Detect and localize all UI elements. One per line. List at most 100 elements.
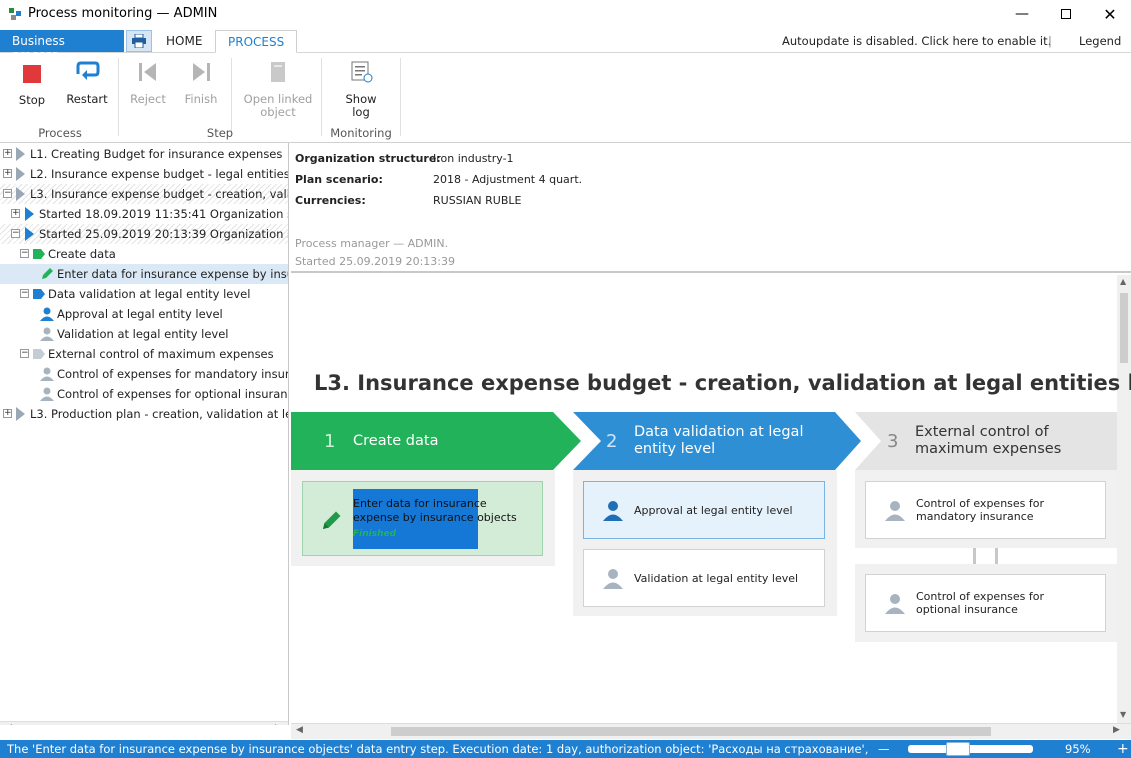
maximize-button[interactable] <box>1043 0 1089 28</box>
mandatory-text-line-1: Control of expenses for <box>916 497 1045 510</box>
business-process-menu[interactable]: Business process▼ <box>0 30 124 62</box>
stage-2-number: 2 <box>606 431 618 452</box>
tree-item[interactable]: Enter data for insurance expense by insu… <box>0 264 288 284</box>
ribbon-separator <box>118 58 119 136</box>
tree-item-label: L2. Insurance expense budget - legal ent… <box>30 167 289 181</box>
stage-tag-icon <box>33 349 45 359</box>
group-monitoring-label: Monitoring <box>330 126 392 140</box>
scroll-down-icon[interactable]: ▼ <box>1120 710 1126 719</box>
collapse-icon[interactable]: − <box>11 229 20 238</box>
optional-insurance-card[interactable]: Control of expenses for optional insuran… <box>865 574 1106 632</box>
tree-item-label: L3. Insurance expense budget - creation,… <box>30 187 288 201</box>
autoupdate-link[interactable]: Autoupdate is disabled. Click here to en… <box>782 34 1051 48</box>
instance-icon <box>25 227 34 241</box>
reject-label: Reject <box>130 92 166 106</box>
stage-3-title-line-1: External control of <box>915 424 1049 440</box>
enter-data-card[interactable]: Enter data for insurance expense by insu… <box>302 481 543 556</box>
stop-button[interactable]: Stop <box>12 60 52 116</box>
process-manager-text: Process manager — ADMIN. <box>295 237 449 250</box>
tree-item[interactable]: − Started 25.09.2019 20:13:39 Organizati… <box>0 224 288 244</box>
scroll-left-icon[interactable]: ◀ <box>5 723 12 725</box>
diagram-horizontal-scrollbar[interactable]: ◀ ▶ <box>291 723 1131 739</box>
pencil-icon <box>323 511 341 529</box>
ribbon-separator <box>400 58 401 136</box>
expand-icon[interactable]: + <box>3 409 12 418</box>
tree-item[interactable]: + L1. Creating Budget for insurance expe… <box>0 144 288 164</box>
approval-card[interactable]: Approval at legal entity level <box>583 481 825 539</box>
tree-item-label: L3. Production plan - creation, validati… <box>30 407 288 421</box>
tree-item[interactable]: Control of expenses for optional insuran… <box>0 384 289 404</box>
zoom-out-button[interactable]: — <box>878 740 890 758</box>
validation-card[interactable]: Validation at legal entity level <box>583 549 825 607</box>
tree-item[interactable]: − L3. Insurance expense budget - creatio… <box>0 184 288 204</box>
finish-label: Finish <box>184 92 218 106</box>
tree-item[interactable]: Approval at legal entity level <box>0 304 288 324</box>
open-linked-object-button[interactable]: Open linked object <box>240 60 316 119</box>
scroll-right-icon[interactable]: ▶ <box>1113 725 1120 735</box>
instance-icon <box>25 207 34 221</box>
tree-item[interactable]: + L2. Insurance expense budget - legal e… <box>0 164 289 184</box>
scroll-left-icon[interactable]: ◀ <box>296 725 303 735</box>
stage-1-number: 1 <box>324 431 336 452</box>
collapse-icon[interactable]: − <box>20 249 29 258</box>
tree-item-label: Control of expenses for optional insuran… <box>57 387 289 401</box>
tree-item[interactable]: + Started 18.09.2019 11:35:41 Organizati… <box>0 204 288 224</box>
tree-item[interactable]: − External control of maximum expenses <box>0 344 288 364</box>
enter-data-text-line-2: expense by insurance objects <box>353 511 517 524</box>
show-log-button[interactable]: Show log <box>339 60 383 119</box>
diagram-title: L3. Insurance expense budget - creation,… <box>314 371 1131 395</box>
show-log-label-2: log <box>352 105 370 119</box>
approval-text: Approval at legal entity level <box>634 504 793 517</box>
ribbon-separator <box>321 58 322 136</box>
stop-icon <box>23 65 41 83</box>
legend-link[interactable]: Legend <box>1079 34 1121 48</box>
tree-item[interactable]: − Data validation at legal entity level <box>0 284 288 304</box>
app-icon <box>9 8 21 20</box>
user-icon <box>40 387 54 401</box>
collapse-icon[interactable]: − <box>3 189 12 198</box>
process-icon <box>16 147 25 161</box>
mandatory-insurance-card[interactable]: Control of expenses for mandatory insura… <box>865 481 1106 539</box>
zoom-slider[interactable] <box>908 742 1033 756</box>
process-tree: + L1. Creating Budget for insurance expe… <box>0 143 289 725</box>
tree-item[interactable]: Control of expenses for mandatory insura… <box>0 364 288 384</box>
tree-item[interactable]: + L3. Production plan - creation, valida… <box>0 404 288 424</box>
user-icon <box>603 569 623 589</box>
status-bar: The 'Enter data for insurance expense by… <box>0 740 1131 758</box>
collapse-icon[interactable]: − <box>20 289 29 298</box>
finish-button[interactable]: Finish <box>181 60 221 116</box>
tab-process-label: PROCESS <box>228 35 285 49</box>
stage-1-title: Create data <box>353 433 439 449</box>
currencies-label: Currencies: <box>295 194 366 207</box>
zoom-level: 95% <box>1065 742 1091 756</box>
status-finished: Finished <box>353 529 397 539</box>
zoom-in-button[interactable]: + <box>1117 740 1129 758</box>
tree-item-label: Started 25.09.2019 20:13:39 Organization… <box>39 227 288 241</box>
diagram-vertical-scrollbar[interactable]: ▲ ▼ <box>1117 275 1131 723</box>
tree-item[interactable]: Validation at legal entity level <box>0 324 288 344</box>
stage-3-number: 3 <box>887 431 899 452</box>
restart-button[interactable]: Restart <box>64 60 110 116</box>
document-icon <box>271 62 285 82</box>
tab-process[interactable]: PROCESS <box>215 30 298 53</box>
print-button[interactable] <box>126 30 152 52</box>
zoom-slider-thumb[interactable] <box>946 742 970 756</box>
scroll-thumb[interactable] <box>1120 293 1128 363</box>
close-button[interactable]: ✕ <box>1087 0 1131 28</box>
minimize-button[interactable]: — <box>999 0 1045 28</box>
tab-home[interactable]: HOME <box>154 30 214 53</box>
scroll-right-icon[interactable]: ▶ <box>275 723 282 725</box>
tree-horizontal-scrollbar[interactable]: ◀ ▶ <box>0 721 288 725</box>
scroll-thumb[interactable] <box>391 727 991 736</box>
validation-text: Validation at legal entity level <box>634 572 799 585</box>
reject-button[interactable]: Reject <box>128 60 168 116</box>
tree-item[interactable]: − Create data <box>0 244 288 264</box>
scroll-up-icon[interactable]: ▲ <box>1120 277 1126 286</box>
expand-icon[interactable]: + <box>11 209 20 218</box>
expand-icon[interactable]: + <box>3 169 12 178</box>
enter-data-text-line-1: Enter data for insurance <box>353 497 487 510</box>
org-structure-value: Iron industry-1 <box>433 152 514 165</box>
expand-icon[interactable]: + <box>3 149 12 158</box>
user-icon <box>40 307 54 321</box>
collapse-icon[interactable]: − <box>20 349 29 358</box>
